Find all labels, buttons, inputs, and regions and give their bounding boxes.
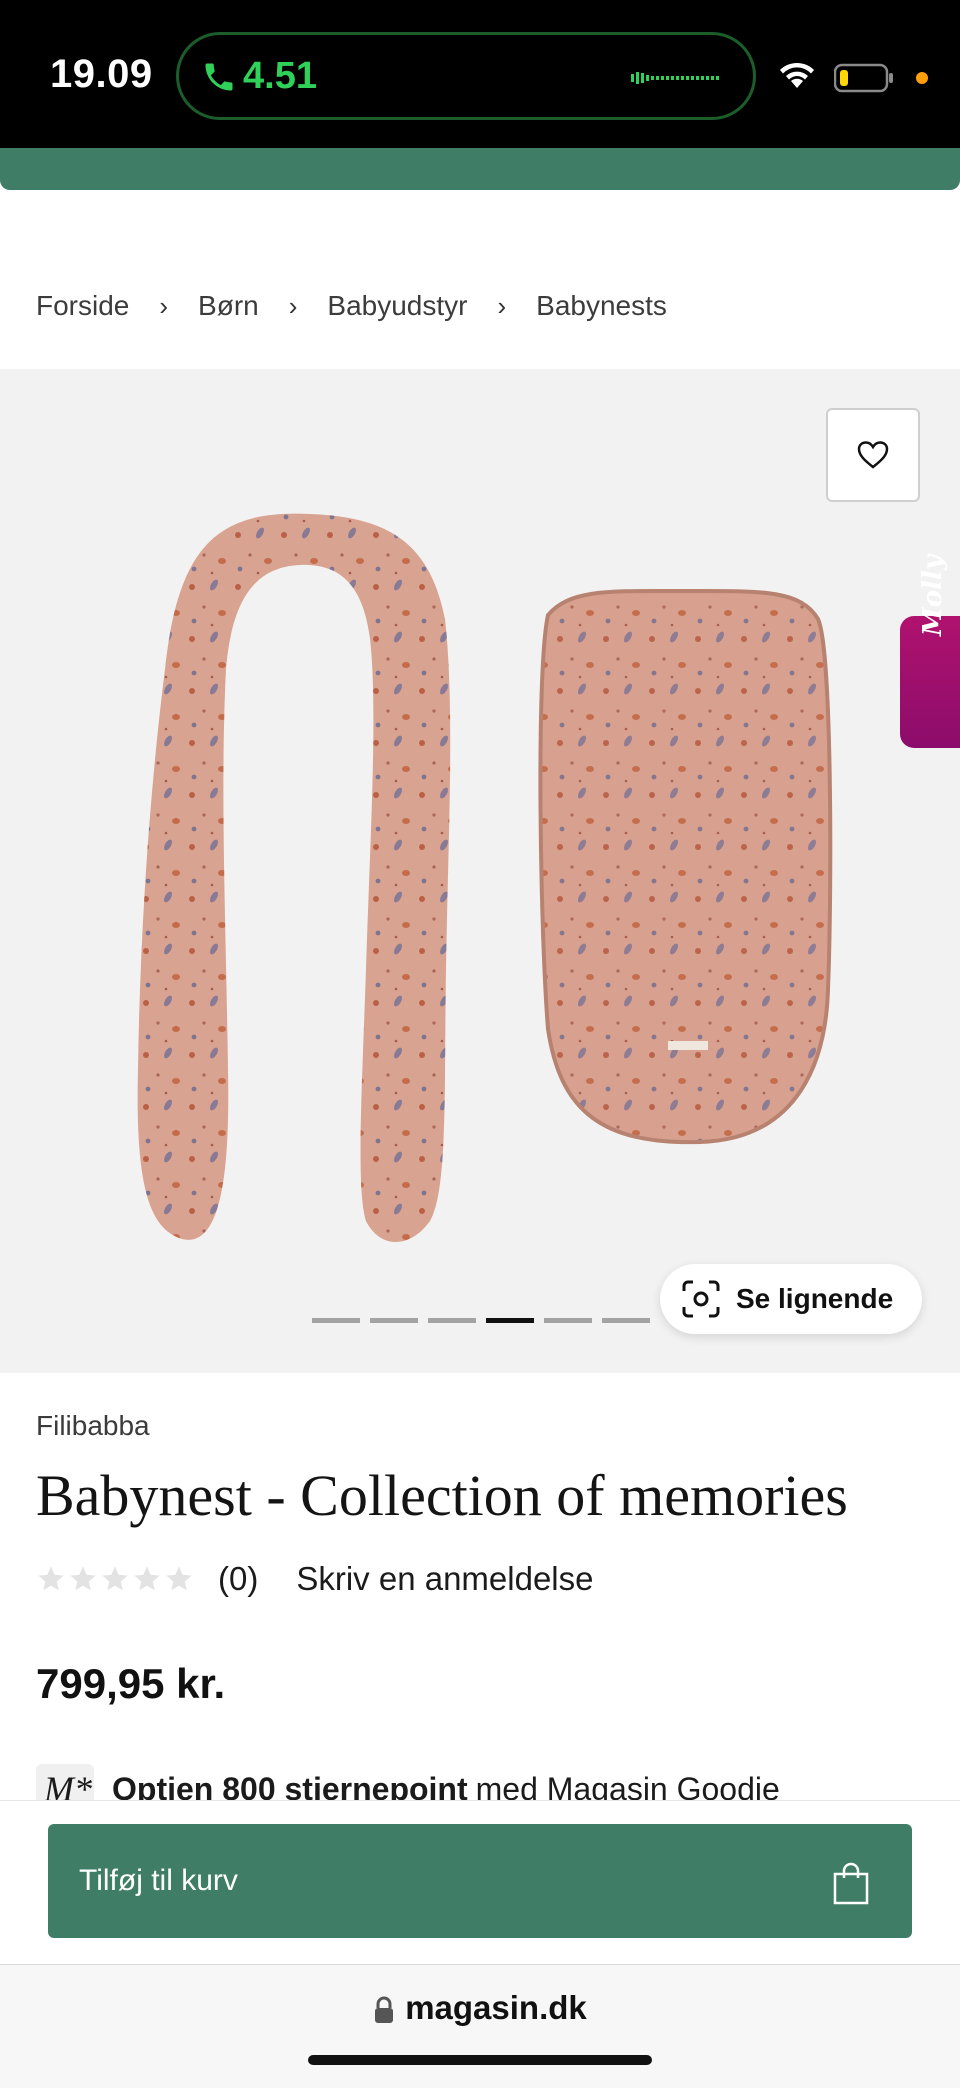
star-icon	[166, 1566, 192, 1591]
heart-icon	[857, 441, 889, 469]
add-to-cart-label: Tilføj til kurv	[79, 1864, 238, 1897]
visual-search-icon	[682, 1280, 720, 1318]
battery-icon	[834, 63, 893, 93]
shopping-bag-icon	[833, 1862, 869, 1905]
star-icon	[38, 1566, 64, 1591]
favorite-button[interactable]	[826, 408, 920, 502]
add-to-cart-button[interactable]: Tilføj til kurv	[48, 1824, 912, 1938]
breadcrumb-item-born[interactable]: Børn	[198, 290, 259, 322]
site-header-strip	[0, 148, 960, 190]
url-text: magasin.dk	[405, 1989, 587, 2026]
breadcrumb-separator: ›	[288, 290, 298, 321]
wifi-icon	[780, 62, 814, 88]
image-dot[interactable]	[544, 1318, 592, 1323]
image-dot[interactable]	[428, 1318, 476, 1323]
breadcrumb-item-forside[interactable]: Forside	[36, 290, 129, 322]
status-bar: 19.09 4.51	[0, 0, 960, 148]
molly-chat-tab[interactable]: Molly	[900, 555, 960, 748]
image-pagination	[312, 1318, 650, 1323]
breadcrumb-item-babynests[interactable]: Babynests	[536, 290, 667, 322]
breadcrumb-separator: ›	[159, 290, 169, 321]
product-image-gallery[interactable]	[0, 369, 960, 1373]
product-price: 799,95 kr.	[36, 1660, 226, 1707]
rating-row: (0) Skriv en anmeldelse	[36, 1560, 594, 1598]
product-image	[137, 513, 833, 1242]
write-review-link[interactable]: Skriv en anmeldelse	[296, 1560, 593, 1598]
molly-label: Molly	[918, 555, 948, 636]
star-icon	[70, 1566, 96, 1591]
product-title: Babynest - Collection of memories	[36, 1463, 848, 1528]
privacy-indicator-dot	[916, 72, 928, 84]
star-icon	[134, 1566, 160, 1591]
review-count: (0)	[218, 1560, 259, 1597]
audio-wave-icon	[631, 72, 719, 84]
browser-address-bar[interactable]: magasin.dk	[0, 1964, 960, 2088]
breadcrumb: Forside › Børn › Babyudstyr › Babynests	[36, 290, 667, 322]
rating-stars	[36, 1564, 194, 1594]
breadcrumb-separator: ›	[497, 290, 507, 321]
phone-icon	[205, 63, 233, 91]
url-display[interactable]: magasin.dk	[0, 1989, 960, 2027]
image-dot[interactable]	[602, 1318, 650, 1323]
home-indicator	[308, 2055, 652, 2065]
image-dot[interactable]	[486, 1318, 534, 1323]
image-dot[interactable]	[370, 1318, 418, 1323]
call-duration: 4.51	[243, 55, 317, 97]
star-icon	[102, 1566, 128, 1591]
see-similar-button[interactable]: Se lignende	[660, 1264, 922, 1334]
breadcrumb-item-babyudstyr[interactable]: Babyudstyr	[327, 290, 467, 322]
see-similar-label: Se lignende	[736, 1283, 894, 1314]
image-dot[interactable]	[312, 1318, 360, 1323]
active-call-pill[interactable]: 4.51	[176, 32, 756, 120]
lock-icon	[375, 1996, 394, 2024]
product-brand[interactable]: Filibabba	[36, 1410, 150, 1442]
status-time: 19.09	[50, 52, 153, 96]
